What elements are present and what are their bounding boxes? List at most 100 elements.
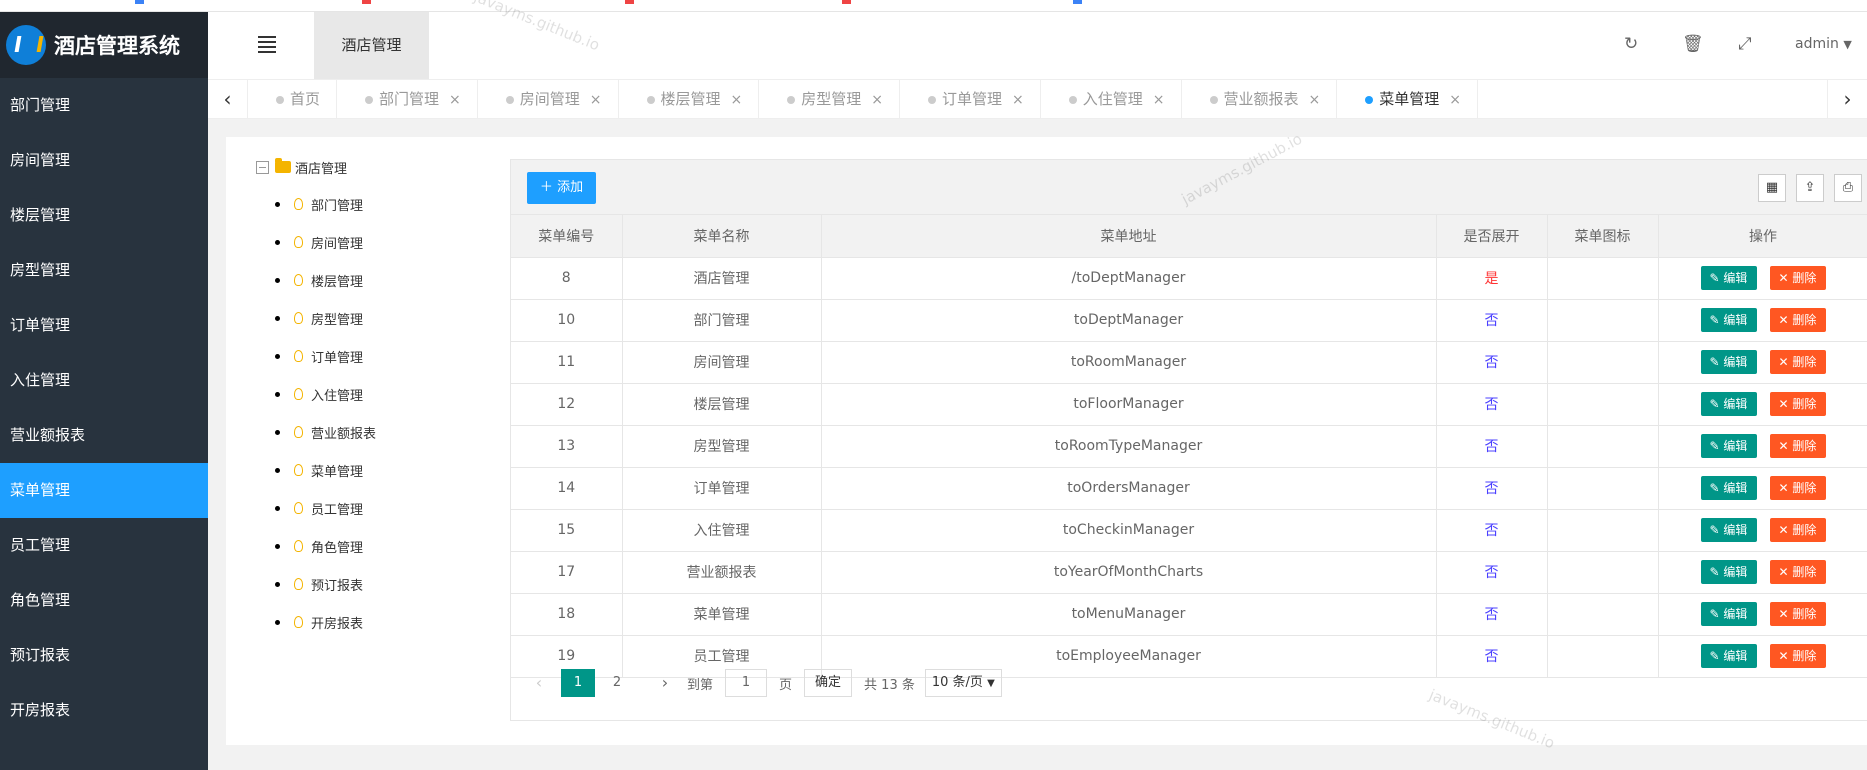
edit-button[interactable]: ✎ 编辑 <box>1700 434 1757 458</box>
delete-button[interactable]: ✕ 删除 <box>1769 518 1826 542</box>
close-icon[interactable]: × <box>1012 92 1024 108</box>
header-current-module[interactable]: 酒店管理 <box>314 12 429 79</box>
tree-root[interactable]: 酒店管理 <box>256 157 376 177</box>
tab-item[interactable]: 楼层管理 × <box>619 80 760 119</box>
cell-menu-icon <box>1547 425 1659 468</box>
tab-scroll-left-icon[interactable]: ‹ <box>208 80 248 119</box>
tree-node[interactable]: 角色管理 <box>256 527 376 565</box>
edit-button[interactable]: ✎ 编辑 <box>1700 392 1757 416</box>
sidebar-item[interactable]: 角色管理 <box>0 573 208 628</box>
edit-button[interactable]: ✎ 编辑 <box>1700 518 1757 542</box>
delete-button[interactable]: ✕ 删除 <box>1769 266 1826 290</box>
add-button[interactable]: ＋ 添加 <box>527 172 596 204</box>
menu-table-panel: ＋ 添加 ▦ ⇪ ⎙ 菜单编号 菜单名称 菜单地址 是否展开 菜单图标 操作 8 酒店管理 /… <box>510 159 1867 721</box>
delete-button[interactable]: ✕ 删除 <box>1769 350 1826 374</box>
tree-node[interactable]: 菜单管理 <box>256 451 376 489</box>
close-icon[interactable]: × <box>871 92 883 108</box>
print-icon[interactable]: ⎙ <box>1834 174 1862 202</box>
fullscreen-icon[interactable]: ⤢ <box>1738 34 1752 54</box>
tree-node-label: 房型管理 <box>311 312 364 328</box>
tab-item[interactable]: 房型管理 × <box>759 80 901 119</box>
next-page-icon[interactable]: › <box>651 669 679 697</box>
edit-button[interactable]: ✎ 编辑 <box>1700 476 1757 500</box>
close-icon[interactable]: × <box>1449 92 1461 108</box>
plus-icon: ＋ <box>539 180 553 195</box>
user-menu[interactable]: admin ▼ <box>1795 36 1852 52</box>
page-2[interactable]: 2 <box>603 669 631 697</box>
goto-page-input[interactable]: 1 <box>725 669 768 697</box>
tree-node[interactable]: 部门管理 <box>256 185 376 223</box>
leaf-icon <box>294 274 303 286</box>
page-1[interactable]: 1 <box>561 669 595 697</box>
delete-button[interactable]: ✕ 删除 <box>1769 602 1826 626</box>
sidebar-item[interactable]: 预订报表 <box>0 628 208 683</box>
tree-node[interactable]: 订单管理 <box>256 337 376 375</box>
tab-item[interactable]: 订单管理 × <box>900 80 1041 119</box>
edit-button[interactable]: ✎ 编辑 <box>1700 308 1757 332</box>
edit-button[interactable]: ✎ 编辑 <box>1700 644 1757 668</box>
sidebar-item[interactable]: 营业额报表 <box>0 408 208 463</box>
sidebar-item[interactable]: 员工管理 <box>0 518 208 573</box>
delete-button[interactable]: ✕ 删除 <box>1769 434 1826 458</box>
tab-item[interactable]: 部门管理 × <box>337 80 478 119</box>
tree-node[interactable]: 楼层管理 <box>256 261 376 299</box>
delete-button[interactable]: ✕ 删除 <box>1769 476 1826 500</box>
edit-button[interactable]: ✎ 编辑 <box>1700 602 1757 626</box>
sidebar-item[interactable]: 订单管理 <box>0 298 208 353</box>
refresh-icon[interactable]: ↻ <box>1624 34 1638 54</box>
page-size-select[interactable]: 10 条/页 ▼ <box>924 669 1002 697</box>
tree-node[interactable]: 入住管理 <box>256 375 376 413</box>
tab-scroll-right-icon[interactable]: › <box>1827 80 1867 119</box>
prev-page-icon[interactable]: ‹ <box>525 669 553 697</box>
edit-button[interactable]: ✎ 编辑 <box>1700 560 1757 584</box>
cell-menu-icon <box>1547 299 1659 342</box>
cell-menu-name: 房间管理 <box>622 341 822 384</box>
delete-button[interactable]: ✕ 删除 <box>1769 392 1826 416</box>
delete-button[interactable]: ✕ 删除 <box>1769 308 1826 332</box>
menu-toggle-icon[interactable] <box>258 36 276 54</box>
sidebar-item[interactable]: 楼层管理 <box>0 188 208 243</box>
collapse-icon[interactable] <box>256 160 269 174</box>
edit-button[interactable]: ✎ 编辑 <box>1700 350 1757 374</box>
tree-node[interactable]: 营业额报表 <box>256 413 376 451</box>
sidebar-item[interactable]: 房间管理 <box>0 133 208 188</box>
delete-button[interactable]: ✕ 删除 <box>1769 644 1826 668</box>
tab-item[interactable]: 入住管理 × <box>1041 80 1182 119</box>
table-header-row: 菜单编号 菜单名称 菜单地址 是否展开 菜单图标 操作 <box>511 215 1867 258</box>
tree-node[interactable]: 房间管理 <box>256 223 376 261</box>
close-icon[interactable]: × <box>1309 92 1321 108</box>
chevron-down-icon: ▼ <box>987 678 995 689</box>
sidebar-item[interactable]: 部门管理 <box>0 78 208 133</box>
close-icon[interactable]: × <box>1153 92 1165 108</box>
delete-button[interactable]: ✕ 删除 <box>1769 560 1826 584</box>
tab-list: 首页 部门管理 × 房间管理 × 楼层管理 × 房型管理 × 订单管理 × 入住管理 × 营业额报表 × 菜单… <box>248 80 1479 119</box>
close-icon[interactable]: × <box>731 92 743 108</box>
close-icon[interactable]: × <box>590 92 602 108</box>
tree-node[interactable]: 预订报表 <box>256 565 376 603</box>
columns-filter-icon[interactable]: ▦ <box>1758 174 1786 202</box>
tab-item[interactable]: 首页 <box>248 80 338 119</box>
sidebar-item[interactable]: 房型管理 <box>0 243 208 298</box>
bullet-icon <box>275 619 280 625</box>
tab-item[interactable]: 菜单管理 × <box>1337 80 1479 119</box>
tree-node[interactable]: 员工管理 <box>256 489 376 527</box>
sidebar-item[interactable]: 入住管理 <box>0 353 208 408</box>
tab-item[interactable]: 营业额报表 × <box>1182 80 1338 119</box>
sidebar-item[interactable]: 开房报表 <box>0 683 208 738</box>
page-unit-label: 页 <box>779 677 793 693</box>
tree-node[interactable]: 房型管理 <box>256 299 376 337</box>
logo[interactable]: 酒店管理系统 <box>0 12 208 78</box>
tab-item[interactable]: 房间管理 × <box>478 80 619 119</box>
trash-icon[interactable]: 🗑 <box>1682 34 1704 54</box>
bookmark-marker <box>625 0 634 4</box>
goto-confirm-button[interactable]: 确定 <box>804 669 853 697</box>
tree-node[interactable]: 开房报表 <box>256 603 376 641</box>
tab-dot-icon <box>646 96 655 104</box>
cell-menu-id: 17 <box>511 551 623 594</box>
export-icon[interactable]: ⇪ <box>1796 174 1824 202</box>
close-icon[interactable]: × <box>449 92 461 108</box>
cell-expand: 否 <box>1436 509 1548 552</box>
edit-button[interactable]: ✎ 编辑 <box>1700 266 1757 290</box>
sidebar-item[interactable]: 菜单管理 <box>0 463 208 518</box>
cell-expand: 否 <box>1436 467 1548 510</box>
